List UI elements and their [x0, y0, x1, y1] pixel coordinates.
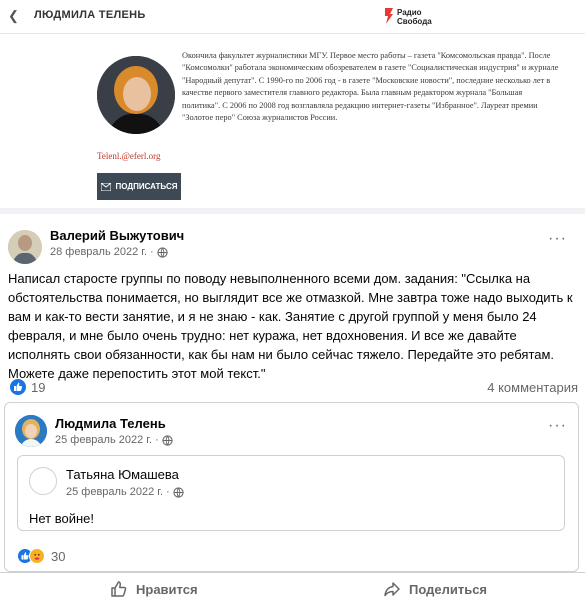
shared-meta: 25 февраль 2022 г. ·: [55, 434, 173, 446]
logo-line-1: Радио: [397, 8, 422, 17]
author-bio-section: Окончила факультет журналистики МГУ. Пер…: [0, 34, 585, 208]
like-reaction-icon[interactable]: [10, 379, 26, 395]
author-name-header: ЛЮДМИЛА ТЕЛЕНЬ: [34, 9, 146, 21]
reactions-count[interactable]: 30: [51, 549, 65, 564]
globe-icon: [157, 246, 168, 258]
more-options-icon[interactable]: ···: [548, 231, 572, 248]
post-author-avatar-image: [8, 230, 42, 264]
like-button-label: Нравится: [136, 581, 198, 597]
post-meta: 28 февраль 2022 г. ·: [50, 246, 168, 258]
post-text: Написал старосте группы по поводу невыпо…: [8, 271, 573, 381]
post-actions-bar: Нравится Поделиться: [0, 572, 585, 598]
inner-shared-post[interactable]: Татьяна Юмашева 25 февраль 2022 г. · Нет…: [17, 455, 565, 531]
shared-date[interactable]: 25 февраль 2022 г. ·: [55, 434, 159, 446]
like-button[interactable]: Нравится: [110, 579, 198, 598]
author-email-link[interactable]: Telenl.@eferl.org: [97, 151, 160, 161]
globe-icon: [173, 486, 184, 498]
shared-author-avatar-image: [15, 415, 47, 447]
logo-line-2: Свобода: [397, 17, 432, 26]
avatar[interactable]: [15, 415, 47, 447]
reactions-row: 19 4 комментария: [8, 378, 578, 398]
logo-text: Радио Свобода: [397, 8, 432, 26]
author-bio-text: Окончила факультет журналистики МГУ. Пер…: [182, 51, 559, 123]
inner-author-name[interactable]: Татьяна Юмашева: [66, 467, 179, 482]
shared-author-name[interactable]: Людмила Телень: [55, 416, 166, 431]
avatar[interactable]: [29, 467, 57, 495]
care-face-icon: [34, 553, 40, 560]
care-reaction-icon[interactable]: [29, 548, 45, 564]
post-author-name[interactable]: Валерий Выжутович: [50, 228, 184, 243]
like-count[interactable]: 19: [31, 380, 45, 395]
site-header: ❮ ЛЮДМИЛА ТЕЛЕНЬ Радио Свобода: [0, 0, 585, 34]
author-photo-image: [97, 56, 175, 134]
thumbs-up-icon: [14, 382, 23, 391]
inner-date[interactable]: 25 февраль 2022 г. ·: [66, 486, 170, 498]
post-date[interactable]: 28 февраль 2022 г. ·: [50, 246, 154, 258]
subscribe-button[interactable]: ПОДПИСАТЬСЯ: [97, 173, 181, 200]
share-arrow-icon: [384, 582, 400, 597]
share-button[interactable]: Поделиться: [383, 579, 487, 598]
chevron-left-icon[interactable]: ❮: [8, 9, 22, 23]
comments-count[interactable]: 4 комментария: [487, 380, 578, 395]
logo-mark-icon: [385, 8, 393, 24]
shared-post: Людмила Телень 25 февраль 2022 г. · ··· …: [4, 402, 579, 572]
facebook-post: Валерий Выжутович 28 февраль 2022 г. · ·…: [0, 208, 585, 598]
more-options-icon[interactable]: ···: [548, 418, 572, 435]
globe-icon: [162, 434, 173, 446]
shared-reactions-row: 30: [17, 547, 217, 567]
thumbs-up-outline-icon: [111, 581, 127, 597]
inner-meta: 25 февраль 2022 г. ·: [66, 486, 184, 498]
inner-post-text: Нет войне!: [29, 511, 95, 526]
subscribe-label: ПОДПИСАТЬСЯ: [115, 182, 178, 191]
avatar[interactable]: [8, 230, 42, 264]
radio-svoboda-logo[interactable]: Радио Свобода: [383, 4, 443, 30]
rss-icon: [100, 182, 111, 191]
author-photo: [97, 56, 175, 134]
share-button-label: Поделиться: [409, 581, 488, 597]
